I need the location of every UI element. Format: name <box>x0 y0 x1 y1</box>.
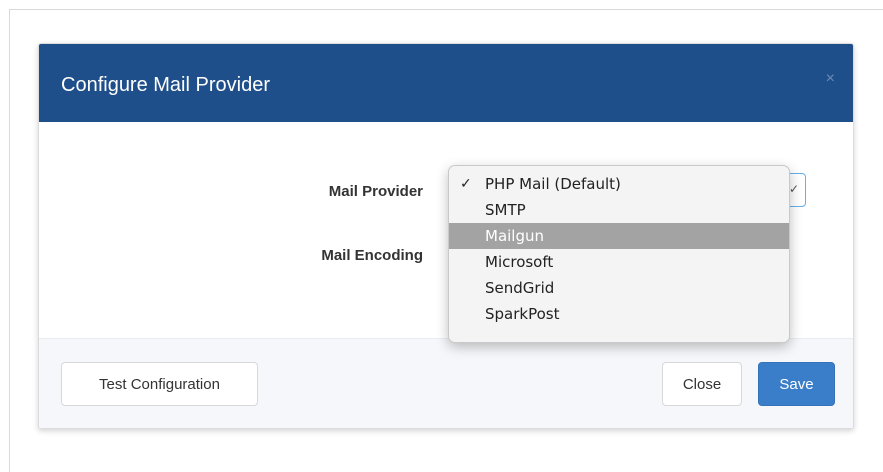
option-label: Microsoft <box>485 253 554 271</box>
close-button[interactable]: Close <box>662 362 742 406</box>
modal-header: Configure Mail Provider × <box>39 44 853 122</box>
dropdown-option-sendgrid[interactable]: SendGrid <box>449 275 789 301</box>
dropdown-option-sparkpost[interactable]: SparkPost <box>449 301 789 327</box>
dropdown-option-mailgun[interactable]: Mailgun <box>449 223 789 249</box>
option-label: PHP Mail (Default) <box>485 175 621 193</box>
option-label: Mailgun <box>485 227 545 245</box>
option-label: SparkPost <box>485 305 560 323</box>
checkmark-icon: ✓ <box>460 176 472 192</box>
modal-footer: Test Configuration Close Save <box>39 338 853 428</box>
mail-provider-label: Mail Provider <box>328 183 423 200</box>
mail-provider-dropdown: ✓ PHP Mail (Default) SMTP Mailgun Micros… <box>448 165 790 343</box>
test-configuration-button[interactable]: Test Configuration <box>61 362 258 406</box>
modal-title: Configure Mail Provider <box>61 74 270 96</box>
close-icon[interactable]: × <box>826 70 835 88</box>
dropdown-option-microsoft[interactable]: Microsoft <box>449 249 789 275</box>
mail-encoding-label: Mail Encoding <box>321 247 423 264</box>
chevron-down-icon: ✓ <box>788 182 799 196</box>
option-label: SMTP <box>485 201 526 219</box>
dropdown-option-smtp[interactable]: SMTP <box>449 197 789 223</box>
option-label: SendGrid <box>485 279 555 297</box>
dropdown-option-php-mail[interactable]: ✓ PHP Mail (Default) <box>449 171 789 197</box>
save-button[interactable]: Save <box>758 362 835 406</box>
